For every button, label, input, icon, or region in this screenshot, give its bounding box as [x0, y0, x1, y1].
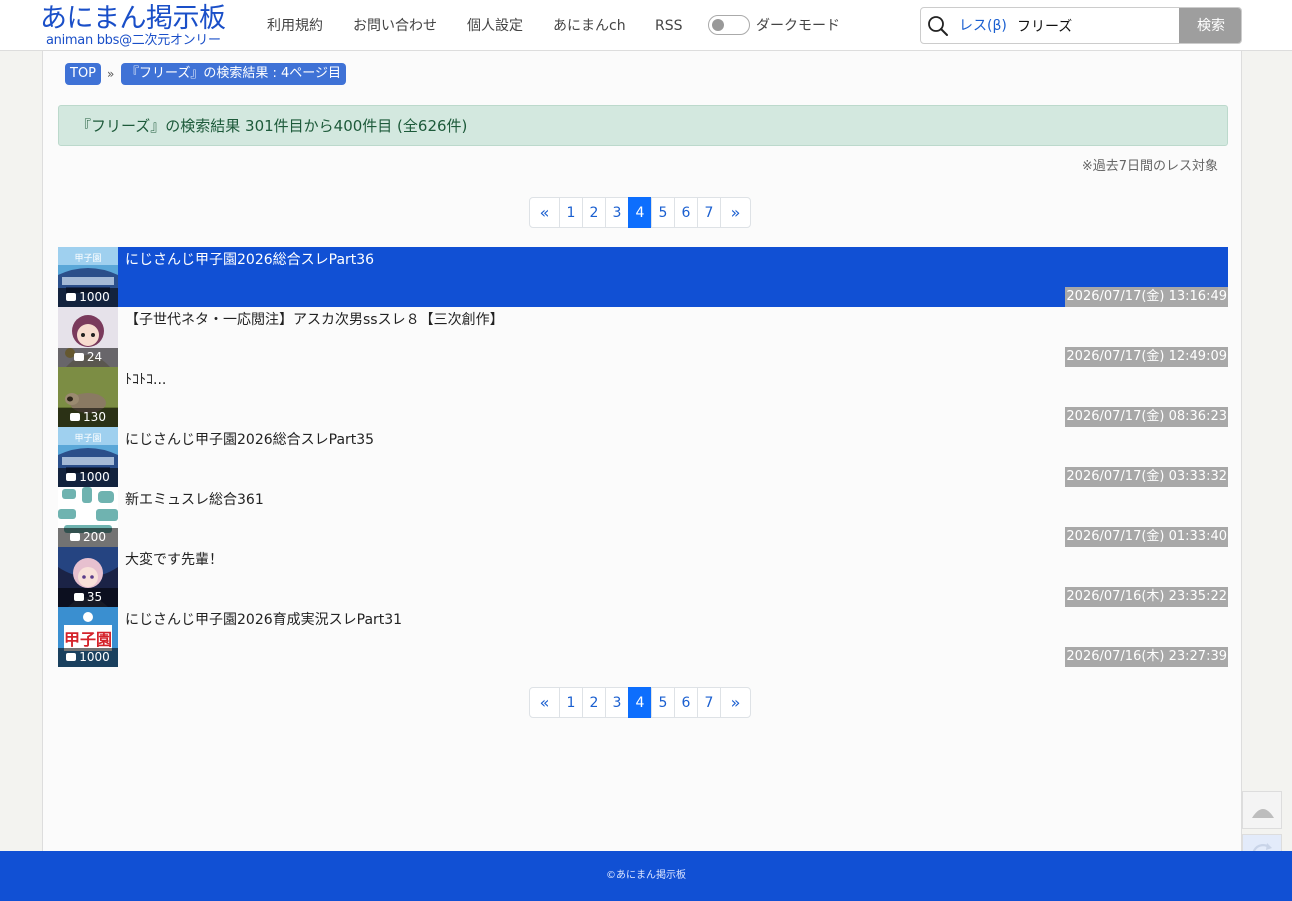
thread-thumbnail: 200 [58, 487, 118, 547]
copyright: ©あにまん掲示板 [606, 870, 686, 881]
page-next-button[interactable]: » [720, 687, 751, 718]
page-next-button[interactable]: » [720, 197, 751, 228]
search-form: レス(β) 検索 [920, 7, 1242, 44]
dark-mode-label: ダークモード [756, 18, 840, 34]
thread-row[interactable]: 200 新エミュスレ総合361 2026/07/17(金) 01:33:40 [58, 487, 1228, 547]
thread-title[interactable]: ﾄｺﾄｺ... [125, 370, 166, 390]
reply-count: 200 [58, 528, 118, 547]
nav-rss[interactable]: RSS [655, 16, 683, 36]
search-scope-note: ※過去7日間のレス対象 [1081, 159, 1218, 174]
logo-subtitle: animan bbs@二次元オンリー [46, 33, 221, 48]
page-link-7[interactable]: 7 [697, 687, 721, 718]
thread-date: 2026/07/17(金) 12:49:09 [1065, 347, 1228, 367]
reply-count: 35 [58, 588, 118, 607]
thread-thumbnail: 24 [58, 307, 118, 367]
thread-date: 2026/07/17(金) 03:33:32 [1065, 467, 1228, 487]
thread-thumbnail: 35 [58, 547, 118, 607]
page-link-4[interactable]: 4 [628, 687, 652, 718]
thread-row[interactable]: 甲子園 1000 にじさんじ甲子園2026総合スレPart35 2026/07/17(… [58, 427, 1228, 487]
search-button[interactable]: 検索 [1179, 8, 1241, 43]
page-link-5[interactable]: 5 [651, 687, 675, 718]
reply-count: 1000 [58, 288, 118, 307]
thread-row[interactable]: 甲子園 1000 にじさんじ甲子園2026育成実況スレPart31 2026/07/1… [58, 607, 1228, 667]
thread-title[interactable]: 新エミュスレ総合361 [125, 490, 264, 510]
page-link-7[interactable]: 7 [697, 197, 721, 228]
page-link-1[interactable]: 1 [559, 687, 583, 718]
nav-animanch[interactable]: あにまんch [553, 16, 626, 36]
thread-thumbnail: 甲子園 1000 [58, 247, 118, 307]
thread-title[interactable]: 大変です先輩！ [125, 550, 223, 570]
reply-count-value: 1000 [79, 650, 110, 664]
reply-count: 130 [58, 408, 118, 427]
thread-date: 2026/07/17(金) 13:16:49 [1065, 287, 1228, 307]
main-content: TOP » 『フリーズ』の検索結果 : 4ページ目 『フリーズ』の検索結果 30… [42, 51, 1242, 851]
reply-count: 1000 [58, 648, 118, 667]
thread-row[interactable]: 甲子園 1000 にじさんじ甲子園2026総合スレPart36 2026/07/17(… [58, 247, 1228, 307]
thread-thumbnail: 甲子園 1000 [58, 427, 118, 487]
comment-icon [66, 473, 77, 481]
page-link-3[interactable]: 3 [605, 197, 629, 228]
site-header: あにまん掲示板 animan bbs@二次元オンリー 利用規約 お問い合わせ 個… [0, 0, 1292, 51]
site-footer: ©あにまん掲示板 [0, 851, 1292, 901]
comment-icon [73, 353, 84, 361]
search-result-summary: 『フリーズ』の検索結果 301件目から400件目 (全626件) [58, 105, 1228, 146]
thread-row[interactable]: 35 大変です先輩！ 2026/07/16(木) 23:35:22 [58, 547, 1228, 607]
triangle-up-icon [1252, 809, 1274, 818]
comment-icon [73, 593, 84, 601]
svg-text:甲子園: 甲子園 [74, 253, 101, 264]
nav-contact[interactable]: お問い合わせ [353, 16, 437, 36]
nav-terms[interactable]: 利用規約 [267, 16, 323, 36]
thread-date: 2026/07/16(木) 23:35:22 [1065, 587, 1228, 607]
comment-icon [66, 653, 77, 661]
dark-mode-toggle[interactable] [708, 15, 750, 35]
thread-title[interactable]: にじさんじ甲子園2026総合スレPart36 [125, 250, 374, 270]
page-prev-button[interactable]: « [529, 687, 560, 718]
breadcrumb-separator: » [107, 67, 115, 81]
page-link-2[interactable]: 2 [582, 687, 606, 718]
thread-thumbnail: 130 [58, 367, 118, 427]
reply-count-value: 1000 [79, 470, 110, 484]
pagination-bottom: «1 2 3 4 5 6 7» [529, 687, 757, 718]
thread-title[interactable]: にじさんじ甲子園2026総合スレPart35 [125, 430, 374, 450]
reply-count-value: 130 [83, 410, 106, 424]
page-link-1[interactable]: 1 [559, 197, 583, 228]
comment-icon [66, 293, 77, 301]
reply-count-value: 200 [83, 530, 106, 544]
reply-count-value: 35 [86, 590, 103, 604]
search-input[interactable] [1017, 10, 1177, 41]
scroll-top-button[interactable] [1242, 791, 1282, 829]
svg-text:甲子園: 甲子園 [74, 433, 101, 444]
thread-thumbnail: 甲子園 1000 [58, 607, 118, 667]
search-scope-select[interactable]: レス(β) [959, 17, 1007, 35]
breadcrumb-current[interactable]: 『フリーズ』の検索結果 : 4ページ目 [121, 63, 347, 85]
pagination-top: «1 2 3 4 5 6 7» [529, 197, 757, 228]
page-link-3[interactable]: 3 [605, 687, 629, 718]
nav-settings[interactable]: 個人設定 [467, 16, 523, 36]
logo-title: あにまん掲示板 [40, 3, 226, 34]
search-icon [927, 15, 949, 37]
page-link-6[interactable]: 6 [674, 197, 698, 228]
thread-date: 2026/07/17(金) 01:33:40 [1065, 527, 1228, 547]
reply-count: 24 [58, 348, 118, 367]
thread-title[interactable]: にじさんじ甲子園2026育成実況スレPart31 [125, 610, 402, 630]
thread-row[interactable]: 130 ﾄｺﾄｺ... 2026/07/17(金) 08:36:23 [58, 367, 1228, 427]
svg-text:甲子園: 甲子園 [64, 630, 112, 649]
reply-count-value: 1000 [79, 290, 110, 304]
thread-title[interactable]: 【子世代ネタ・一応閲注】アスカ次男ssスレ８【三次創作】 [125, 310, 504, 330]
page-link-6[interactable]: 6 [674, 687, 698, 718]
page-link-5[interactable]: 5 [651, 197, 675, 228]
site-logo[interactable]: あにまん掲示板 animan bbs@二次元オンリー [40, 2, 245, 50]
page-link-2[interactable]: 2 [582, 197, 606, 228]
page-link-4[interactable]: 4 [628, 197, 652, 228]
thread-date: 2026/07/16(木) 23:27:39 [1065, 647, 1228, 667]
reply-count-value: 24 [86, 350, 103, 364]
toggle-knob [712, 19, 724, 31]
thread-date: 2026/07/17(金) 08:36:23 [1065, 407, 1228, 427]
reply-count: 1000 [58, 468, 118, 487]
thread-row[interactable]: 24 【子世代ネタ・一応閲注】アスカ次男ssスレ８【三次創作】 2026/07/17… [58, 307, 1228, 367]
comment-icon [70, 413, 81, 421]
comment-icon [70, 533, 81, 541]
page-prev-button[interactable]: « [529, 197, 560, 228]
breadcrumb-top[interactable]: TOP [65, 63, 102, 85]
